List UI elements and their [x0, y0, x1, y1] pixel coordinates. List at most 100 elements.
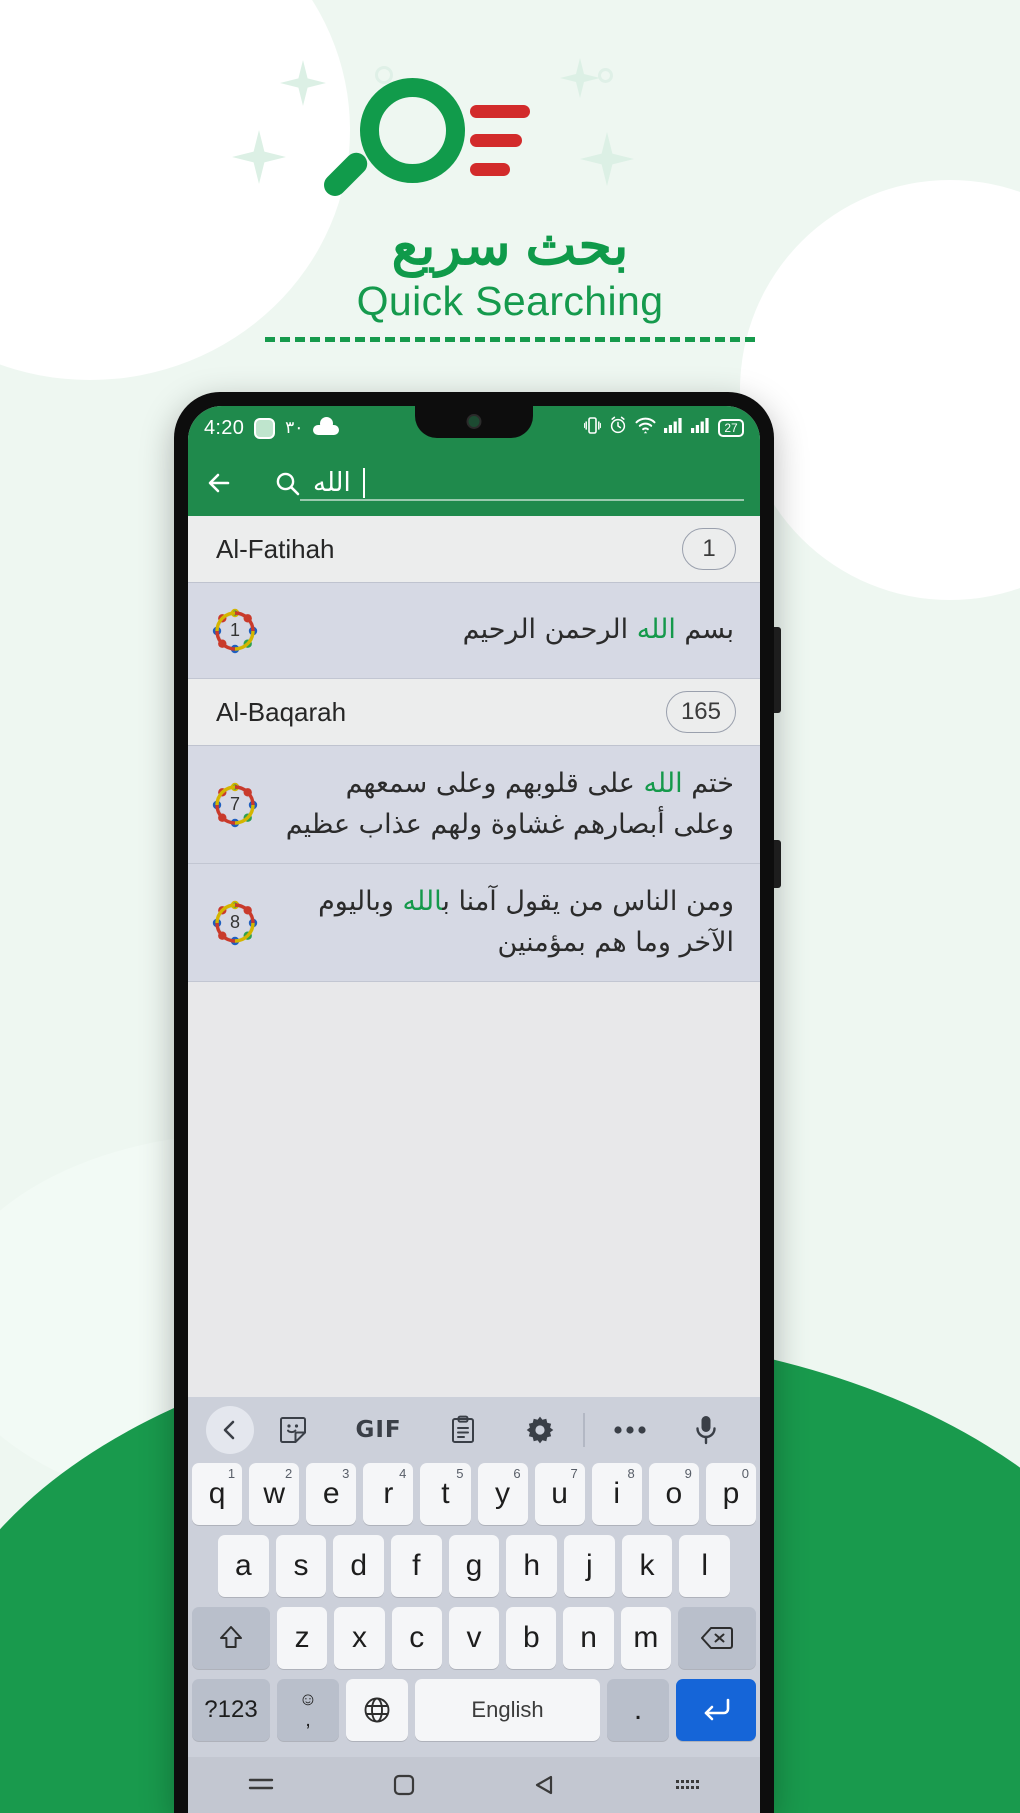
ayah-result-row[interactable]: 8 ومن الناس من يقول آمنا بالله وباليوم ا…	[188, 864, 760, 982]
sticker-icon[interactable]	[254, 1415, 332, 1445]
ayah-text-highlight: الله	[636, 614, 676, 646]
phone-volume-button[interactable]	[774, 840, 781, 888]
keyboard-row-3: z x c v b n m	[192, 1607, 756, 1669]
key-m[interactable]: m	[620, 1607, 671, 1669]
signal2-icon	[691, 417, 710, 439]
collapse-icon[interactable]	[206, 1406, 254, 1454]
key-l[interactable]: l	[679, 1535, 731, 1597]
notification-count: ٣٠	[285, 418, 304, 437]
key-label: a	[234, 1549, 252, 1582]
home-icon[interactable]	[393, 1774, 415, 1796]
key-g[interactable]: g	[448, 1535, 500, 1597]
key-x[interactable]: x	[334, 1607, 385, 1669]
key-y[interactable]: 6y	[477, 1463, 528, 1525]
search-underline	[300, 499, 744, 501]
key-e[interactable]: 3e	[306, 1463, 357, 1525]
key-j[interactable]: j	[564, 1535, 615, 1597]
ayah-result-row[interactable]: 7 ختم الله على قلوبهم وعلى سمعهم وعلى أب…	[188, 746, 760, 864]
on-screen-keyboard: GIF 1 q 2 w 3 e 4 r 5 t 6 y 7 u 8 i 9 o …	[188, 1397, 760, 1813]
more-icon[interactable]	[589, 1425, 671, 1435]
key-q[interactable]: 1q	[192, 1463, 243, 1525]
key-b[interactable]: b	[506, 1607, 557, 1669]
key-k[interactable]: k	[621, 1535, 673, 1597]
surah-result-count: 1	[682, 528, 736, 570]
surah-header-row[interactable]: Al-Fatihah 1	[188, 516, 760, 583]
symbols-key[interactable]: ?123	[192, 1679, 270, 1741]
mic-icon[interactable]	[670, 1414, 742, 1446]
search-icon	[274, 470, 301, 497]
key-w[interactable]: 2w	[249, 1463, 300, 1525]
settings-icon[interactable]	[501, 1415, 579, 1445]
key-h[interactable]: h	[506, 1535, 558, 1597]
key-label: r	[383, 1477, 394, 1510]
language-key[interactable]	[346, 1679, 408, 1741]
key-label: c	[409, 1621, 425, 1654]
search-input[interactable]: الله	[248, 461, 748, 505]
enter-key[interactable]	[676, 1679, 756, 1741]
key-label: t	[441, 1477, 450, 1510]
key-o[interactable]: 9o	[648, 1463, 699, 1525]
emoji-icon: ☺	[298, 1689, 318, 1709]
ayah-text-before: ختم	[682, 768, 734, 799]
battery-indicator: 27	[718, 419, 744, 437]
back-nav-icon[interactable]	[534, 1774, 556, 1796]
key-superscript: 8	[627, 1466, 635, 1481]
hero-title-arabic: بحث سريع	[391, 216, 629, 276]
space-key[interactable]: English	[415, 1679, 600, 1741]
key-label: o	[665, 1477, 683, 1510]
period-key[interactable]: .	[607, 1679, 669, 1741]
key-v[interactable]: v	[448, 1607, 500, 1669]
key-label: v	[466, 1621, 482, 1654]
ayah-result-row[interactable]: 1 بسم الله الرحمن الرحيم	[188, 583, 760, 679]
key-label: j	[586, 1549, 593, 1582]
recents-icon[interactable]	[248, 1776, 274, 1794]
phone-power-button[interactable]	[774, 627, 781, 713]
key-u[interactable]: 7u	[534, 1463, 585, 1525]
sparkle-icon	[560, 58, 600, 98]
ayah-text-before: بسم	[675, 614, 734, 646]
key-superscript: 6	[513, 1466, 521, 1481]
ayah-text: ختم الله على قلوبهم وعلى سمعهم وعلى أبصا…	[278, 764, 734, 845]
hero-section: بحث سريع Quick Searching	[0, 0, 1020, 400]
key-d[interactable]: d	[333, 1535, 384, 1597]
clipboard-icon[interactable]	[425, 1415, 501, 1445]
keyboard-row-2: a s d f g h j k l	[192, 1535, 756, 1597]
shift-key[interactable]	[192, 1607, 271, 1669]
key-s[interactable]: s	[275, 1535, 327, 1597]
key-label: u	[551, 1477, 568, 1510]
key-a[interactable]: a	[217, 1535, 269, 1597]
key-n[interactable]: n	[563, 1607, 614, 1669]
emoji-comma-key[interactable]: ☺ ,	[277, 1679, 339, 1741]
keyboard-row-1: 1q 2w 3e 4r 5t 6y 7u 8i 9o 0p	[192, 1463, 756, 1525]
key-f[interactable]: f	[391, 1535, 442, 1597]
keyboard-indicator-icon	[675, 1778, 701, 1792]
back-button[interactable]	[202, 465, 238, 501]
signal-icon	[664, 417, 683, 439]
key-label: y	[495, 1477, 511, 1510]
key-superscript: 4	[399, 1466, 407, 1481]
key-i[interactable]: 8i	[591, 1463, 642, 1525]
key-p[interactable]: 0p	[705, 1463, 756, 1525]
key-label: e	[322, 1477, 340, 1510]
key-superscript: 0	[741, 1466, 749, 1481]
key-z[interactable]: z	[277, 1607, 328, 1669]
key-superscript: 7	[570, 1466, 578, 1481]
ayah-text-highlight: الله	[402, 886, 443, 917]
ayah-text: ومن الناس من يقول آمنا بالله وباليوم الآ…	[278, 882, 734, 963]
ayah-text-before: ومن الناس من يقول آمنا ب	[442, 886, 734, 917]
gif-icon[interactable]: GIF	[332, 1417, 426, 1443]
key-label: p	[722, 1477, 740, 1510]
key-label: q	[208, 1477, 226, 1510]
backspace-key[interactable]	[677, 1607, 756, 1669]
surah-header-row[interactable]: Al-Baqarah 165	[188, 679, 760, 746]
key-r[interactable]: 4r	[363, 1463, 414, 1525]
key-label: g	[465, 1549, 483, 1582]
surah-name: Al-Baqarah	[216, 696, 347, 727]
key-t[interactable]: 5t	[420, 1463, 471, 1525]
ayah-text-highlight: الله	[643, 768, 683, 799]
hero-title-english: Quick Searching	[356, 278, 664, 324]
keyboard-toolbar: GIF	[188, 1397, 760, 1463]
wifi-icon	[635, 416, 656, 440]
ayah-number: 8	[229, 912, 240, 932]
key-c[interactable]: c	[391, 1607, 442, 1669]
